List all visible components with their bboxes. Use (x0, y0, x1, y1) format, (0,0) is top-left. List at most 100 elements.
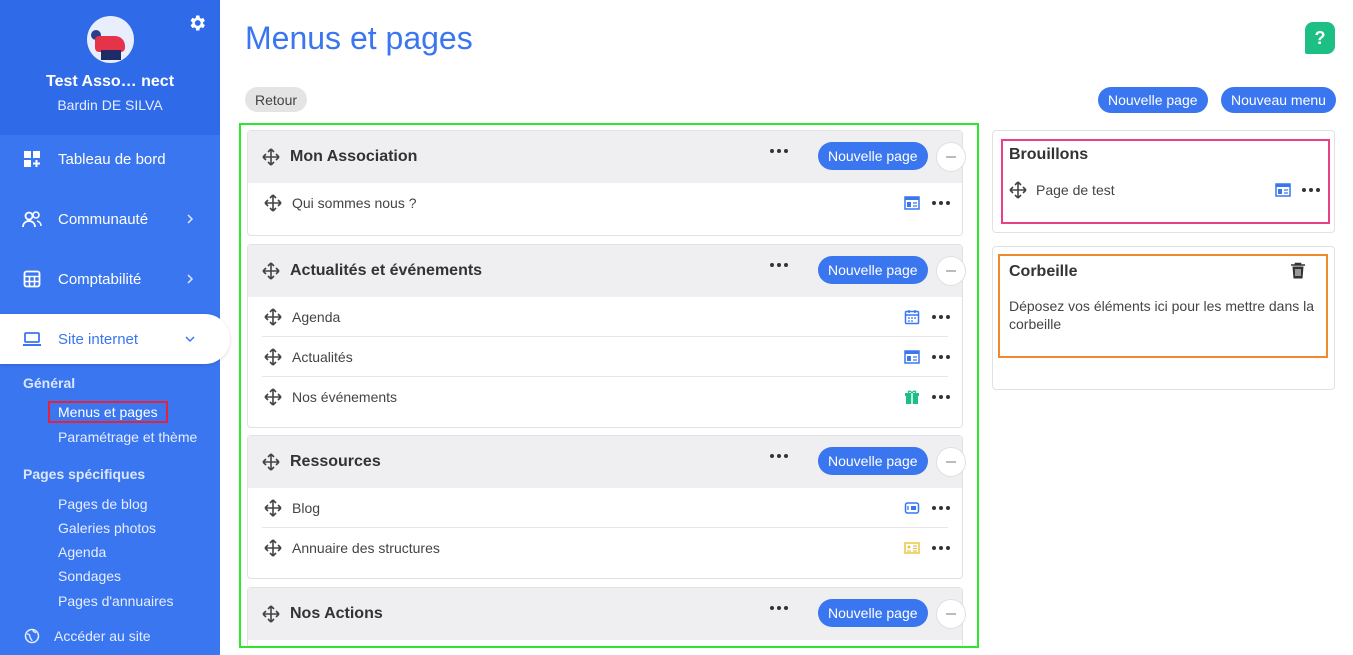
more-options-icon[interactable] (1302, 188, 1320, 192)
calendar-icon (904, 309, 920, 325)
page-title: Menus et pages (245, 20, 473, 56)
more-options-icon[interactable] (770, 149, 788, 153)
draft-page-row[interactable]: Page de test (1009, 180, 1321, 200)
sidebar-item-label: Communauté (58, 210, 149, 228)
page-row[interactable]: Agenda (262, 297, 950, 337)
new-menu-button[interactable]: Nouveau menu (1221, 87, 1336, 113)
move-handle-icon[interactable] (262, 262, 280, 280)
dashboard-icon (22, 149, 42, 169)
collapse-menu-button[interactable] (936, 599, 966, 629)
page-label: Page de test (1036, 182, 1115, 198)
page-label: Actualités (292, 348, 353, 365)
page-row[interactable]: Qui sommes nous ? (262, 183, 950, 223)
collapse-menu-button[interactable] (936, 142, 966, 172)
sidebar-item-dashboard[interactable]: Tableau de bord (0, 134, 220, 184)
move-handle-icon[interactable] (264, 498, 282, 517)
more-options-icon[interactable] (932, 506, 950, 510)
more-options-icon[interactable] (932, 395, 950, 399)
menu-card: Mon Association Nouvelle page Qui sommes… (247, 130, 963, 236)
sidebar-link-directory-pages[interactable]: Pages d'annuaires (58, 593, 174, 609)
trash-title: Corbeille (1009, 263, 1078, 280)
menu-card: Nos Actions Nouvelle page (247, 587, 963, 646)
move-handle-icon[interactable] (262, 148, 280, 166)
page-row[interactable]: Actualités (262, 337, 950, 377)
trash-icon (1290, 262, 1306, 280)
page-label: Nos événements (292, 389, 398, 405)
more-options-icon[interactable] (770, 454, 788, 458)
move-handle-icon[interactable] (264, 347, 282, 366)
menus-list: Mon Association Nouvelle page Qui sommes… (239, 123, 979, 648)
more-options-icon[interactable] (932, 546, 950, 550)
directory-card-icon (904, 540, 920, 556)
page-label: Blog (292, 499, 321, 516)
more-options-icon[interactable] (932, 315, 950, 319)
page-row[interactable]: Blog (262, 488, 950, 528)
menu-new-page-button[interactable]: Nouvelle page (818, 447, 928, 475)
community-icon (22, 209, 42, 229)
sidebar-item-label: Comptabilité (58, 270, 142, 288)
avatar[interactable] (87, 16, 134, 63)
gear-icon[interactable] (187, 13, 207, 33)
sidebar-item-community[interactable]: Communauté (0, 194, 220, 244)
move-handle-icon[interactable] (264, 539, 282, 557)
collapse-menu-button[interactable] (936, 256, 966, 286)
chevron-right-icon (182, 211, 198, 227)
back-button[interactable]: Retour (245, 87, 308, 112)
page-label: Agenda (292, 308, 341, 325)
help-button[interactable]: ? (1305, 22, 1335, 54)
menu-header[interactable]: Nos Actions Nouvelle page (248, 588, 962, 640)
sidebar-link-visit-site[interactable]: Accéder au site (24, 628, 151, 644)
page-layout-icon (904, 349, 920, 365)
calculator-icon (22, 269, 42, 289)
new-page-button[interactable]: Nouvelle page (1098, 87, 1208, 113)
collapse-menu-button[interactable] (936, 447, 966, 477)
sidebar-section-specific: Pages spécifiques (23, 466, 146, 482)
move-handle-icon[interactable] (264, 388, 282, 406)
page-layout-icon (904, 195, 920, 211)
blog-icon (904, 500, 920, 516)
menu-card: Actualités et événements Nouvelle page A… (247, 244, 963, 428)
sidebar-section-general: Général (23, 375, 76, 391)
sidebar-item-label: Tableau de bord (58, 150, 166, 168)
sidebar-link-menus-pages[interactable]: Menus et pages (48, 401, 168, 423)
menu-title: Actualités et événements (290, 262, 483, 279)
gift-icon (904, 389, 920, 405)
organization-name: Test Asso… nect (45, 73, 175, 90)
sidebar: Test Asso… nect Bardin DE SILVA Tableau … (0, 0, 230, 655)
page-label: Qui sommes nous ? (292, 195, 417, 211)
chevron-down-icon (182, 331, 198, 347)
page-row[interactable]: Nos événements (262, 377, 950, 417)
more-options-icon[interactable] (932, 201, 950, 205)
menu-new-page-button[interactable]: Nouvelle page (818, 599, 928, 627)
more-options-icon[interactable] (770, 263, 788, 267)
menu-header[interactable]: Ressources Nouvelle page (248, 436, 962, 488)
sidebar-item-label: Site internet (58, 330, 139, 348)
menu-header[interactable]: Actualités et événements Nouvelle page (248, 245, 962, 297)
menu-title: Nos Actions (290, 605, 383, 622)
move-handle-icon[interactable] (262, 453, 280, 471)
laptop-icon (22, 329, 42, 349)
sidebar-link-agenda[interactable]: Agenda (58, 544, 106, 560)
menu-header[interactable]: Mon Association Nouvelle page (248, 131, 962, 183)
move-handle-icon[interactable] (264, 307, 282, 326)
sidebar-link-polls[interactable]: Sondages (58, 568, 121, 584)
user-name: Bardin DE SILVA (57, 97, 163, 113)
sidebar-item-accounting[interactable]: Comptabilité (0, 254, 220, 304)
more-options-icon[interactable] (770, 606, 788, 610)
move-handle-icon[interactable] (264, 194, 282, 212)
sidebar-item-website[interactable]: Site internet (0, 314, 230, 364)
sidebar-link-settings-theme[interactable]: Paramétrage et thème (58, 429, 197, 445)
menu-new-page-button[interactable]: Nouvelle page (818, 256, 928, 284)
sidebar-link-blog-pages[interactable]: Pages de blog (58, 496, 148, 512)
move-handle-icon[interactable] (1009, 181, 1027, 199)
chevron-right-icon (182, 271, 198, 287)
menu-title: Mon Association (290, 148, 418, 165)
sidebar-link-photo-galleries[interactable]: Galeries photos (58, 520, 156, 536)
more-options-icon[interactable] (932, 355, 950, 359)
globe-icon (24, 628, 40, 644)
move-handle-icon[interactable] (262, 605, 280, 623)
menu-new-page-button[interactable]: Nouvelle page (818, 142, 928, 170)
page-label: Annuaire des structures (292, 540, 440, 556)
menu-title: Ressources (290, 453, 381, 470)
page-row[interactable]: Annuaire des structures (262, 528, 950, 568)
